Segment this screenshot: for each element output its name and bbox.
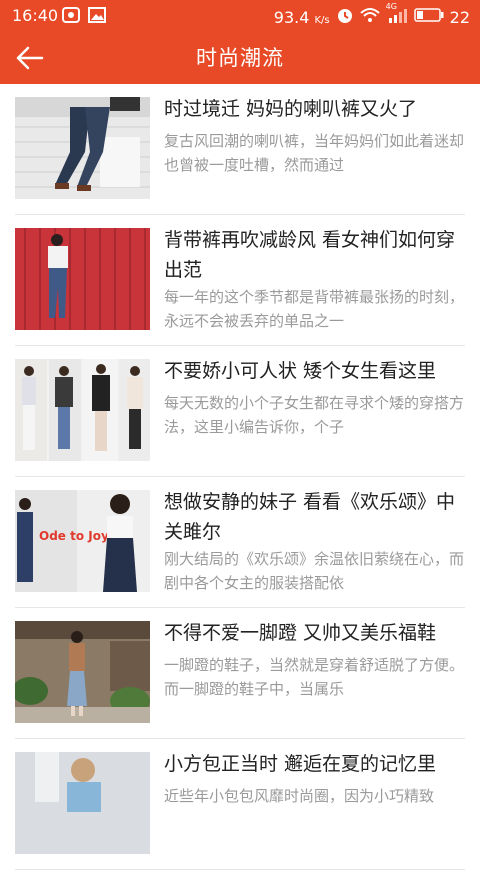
article-desc: 复古风回潮的喇叭裤，当年妈妈们如此着迷却也曾被一度吐槽，然而通过 [164, 132, 465, 174]
article-item[interactable]: 时过境迁 妈妈的喇叭裤又火了 复古风回潮的喇叭裤，当年妈妈们如此着迷却也曾被一度… [15, 84, 465, 215]
back-arrow-icon [16, 46, 44, 70]
gallery-icon [88, 7, 106, 23]
article-item[interactable]: 不要娇小可人状 矮个女生看这里 每天无数的小个子女生都在寻求个矮的穿搭方法，这里… [15, 346, 465, 477]
network-speed: 93.4 K/s [273, 7, 330, 27]
article-title: 小方包正当时 邂逅在夏的记忆里 [164, 753, 437, 775]
signal-icon: 4G [386, 2, 408, 27]
battery-level: 22 [449, 7, 470, 27]
article-desc: 每天无数的小个子女生都在寻求个矮的穿搭方法，这里小编告诉你，个子 [164, 394, 465, 436]
article-thumbnail [15, 97, 150, 199]
article-title: 背带裤再吹减龄风 看女神们如何穿出范 [164, 229, 456, 281]
article-title: 时过境迁 妈妈的喇叭裤又火了 [164, 98, 418, 120]
article-thumbnail [15, 359, 150, 461]
article-list: 时过境迁 妈妈的喇叭裤又火了 复古风回潮的喇叭裤，当年妈妈们如此着迷却也曾被一度… [0, 84, 480, 870]
article-item[interactable]: 不得不爱一脚蹬 又帅又美乐福鞋 一脚蹬的鞋子，当然就是穿着舒适脱了方便。而一脚蹬… [15, 608, 465, 739]
status-bar: 16:40 93.4 K/s 4G 22 [0, 0, 480, 32]
article-title: 不得不爱一脚蹬 又帅又美乐福鞋 [164, 622, 437, 644]
article-title: 不要娇小可人状 矮个女生看这里 [164, 360, 437, 382]
article-title: 想做安静的妹子 看看《欢乐颂》中关雎尔 [164, 491, 456, 543]
article-item[interactable]: 背带裤再吹减龄风 看女神们如何穿出范 每一年的这个季节都是背带裤最张扬的时刻，永… [15, 215, 465, 346]
article-desc: 近些年小包包风靡时尚圈，因为小巧精致 [164, 787, 435, 805]
battery-icon [413, 7, 444, 27]
article-item[interactable]: 小方包正当时 邂逅在夏的记忆里 近些年小包包风靡时尚圈，因为小巧精致 [15, 739, 465, 870]
ode-to-joy-logo: Ode to Joy [39, 529, 109, 543]
back-button[interactable] [14, 44, 46, 72]
wifi-icon [359, 7, 380, 27]
article-desc: 刚大结局的《欢乐颂》余温依旧萦绕在心，而剧中各个女主的服装搭配依 [164, 550, 465, 592]
article-item[interactable]: Ode to Joy 想做安静的妹子 看看《欢乐颂》中关雎尔 刚大结局的《欢乐颂… [15, 477, 465, 608]
page-title: 时尚潮流 [196, 46, 284, 70]
article-thumbnail [15, 228, 150, 330]
status-time: 16:40 [12, 6, 59, 25]
app-bar: 时尚潮流 [0, 32, 480, 84]
article-desc: 一脚蹬的鞋子，当然就是穿着舒适脱了方便。而一脚蹬的鞋子中，当属乐 [164, 656, 465, 698]
alarm-icon [336, 6, 354, 28]
article-thumbnail: Ode to Joy [15, 490, 150, 592]
article-thumbnail [15, 752, 150, 854]
notification-app-icon [62, 7, 80, 23]
article-desc: 每一年的这个季节都是背带裤最张扬的时刻，永远不会被丢弃的单品之一 [164, 288, 465, 330]
article-thumbnail [15, 621, 150, 723]
